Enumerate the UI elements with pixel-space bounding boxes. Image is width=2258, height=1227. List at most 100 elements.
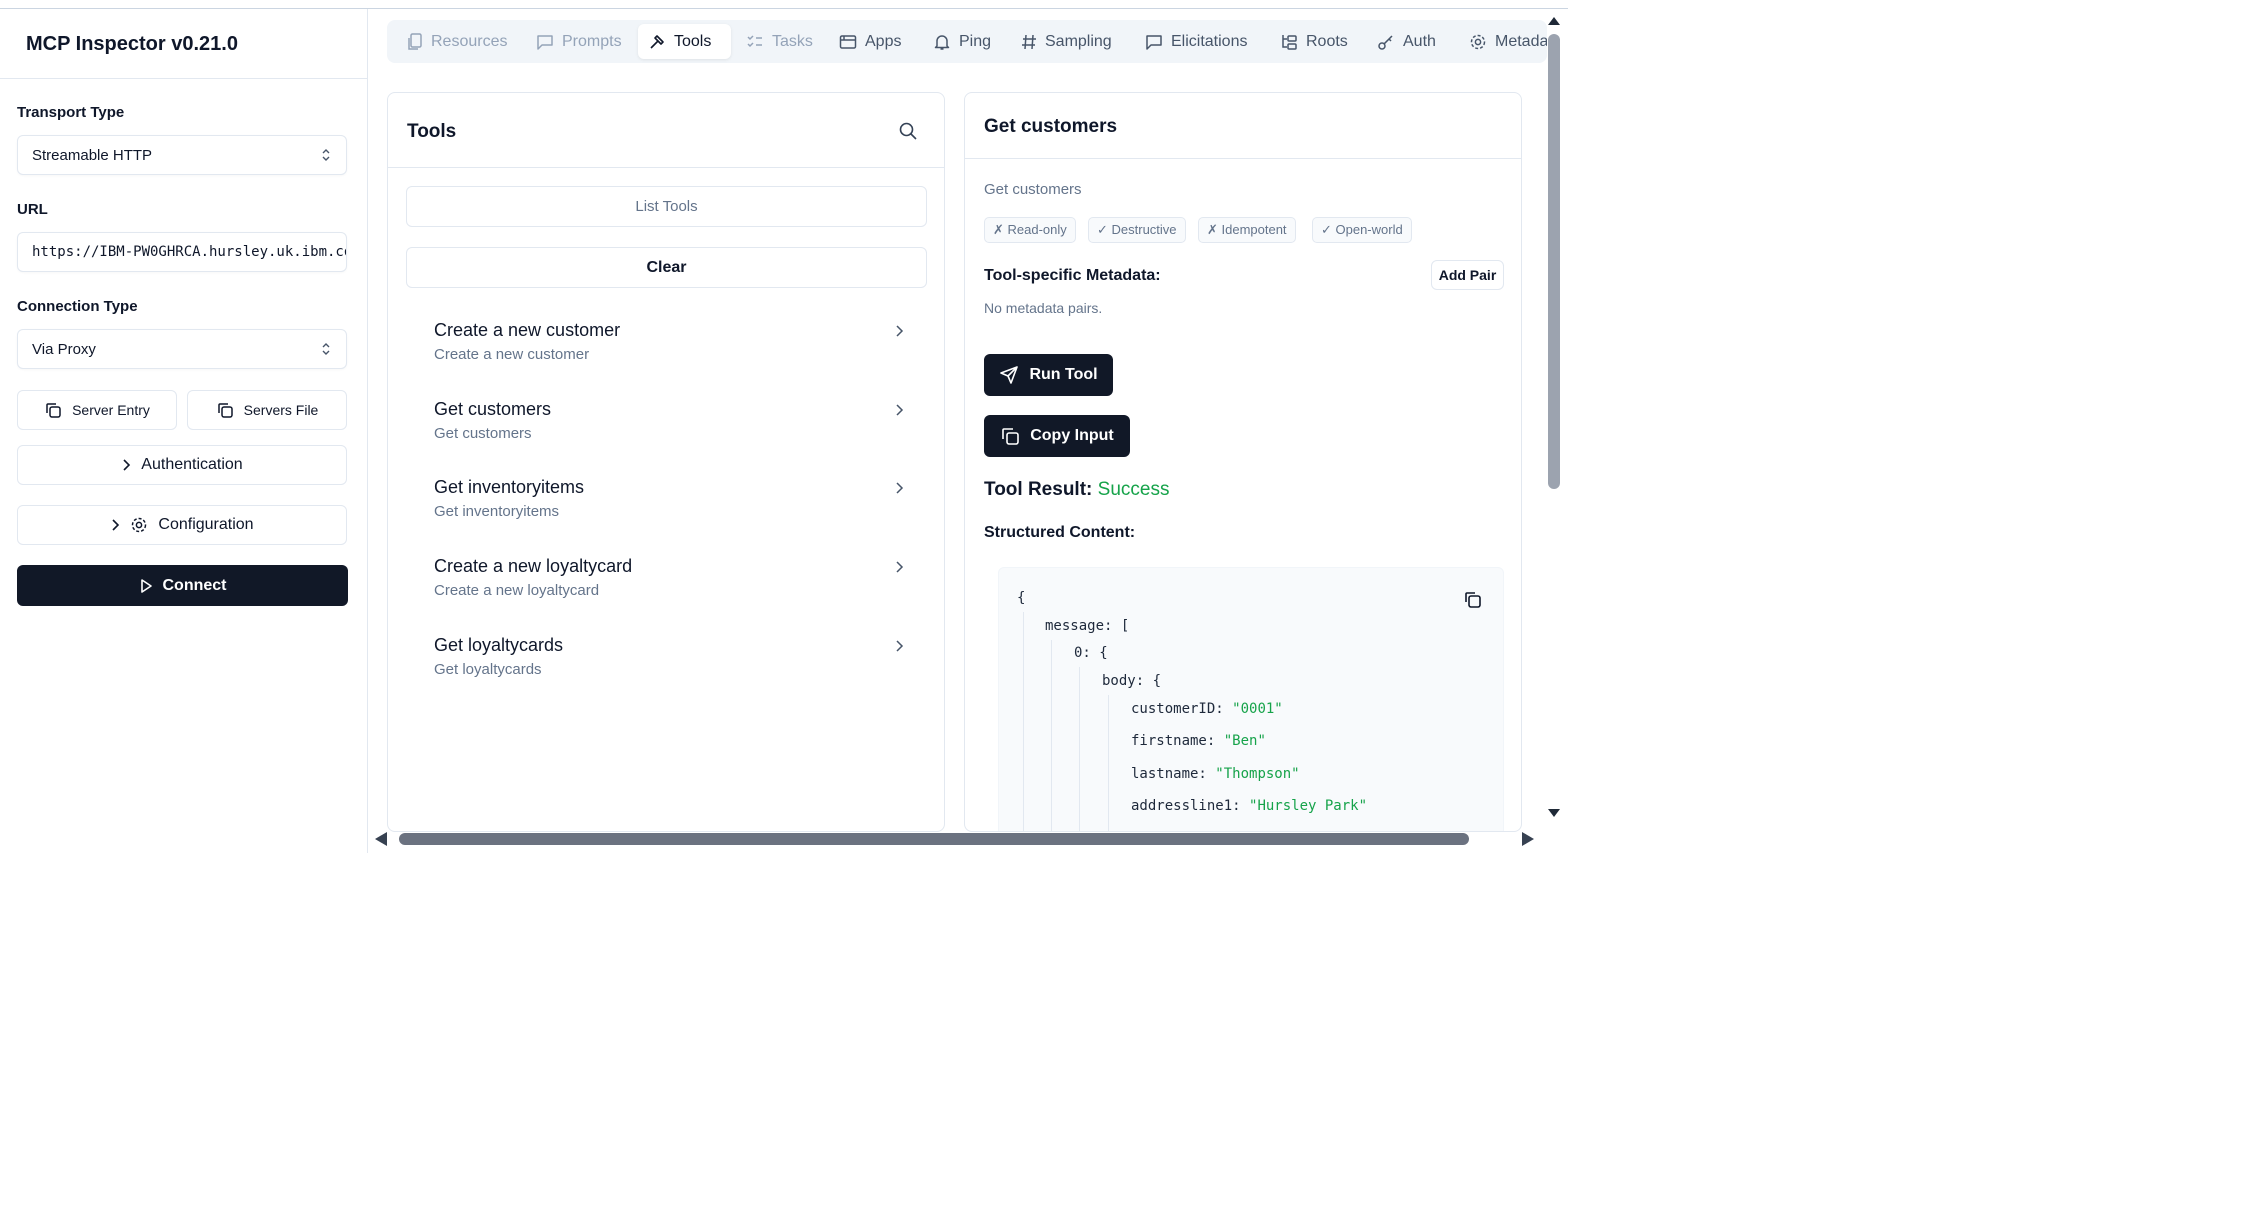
chevron-right-icon [894,639,904,653]
connection-type-select[interactable]: Via Proxy [17,329,347,369]
indent-guide [1023,612,1024,831]
tab-sampling[interactable]: Sampling [1011,24,1122,59]
json-line: addressline1: "Hursley Park" [1131,798,1367,814]
tab-roots[interactable]: Roots [1270,24,1358,59]
app-window-icon [839,33,857,51]
json-line: firstname: "Ben" [1131,733,1266,749]
copy-icon [216,401,234,419]
message-square-icon [1145,33,1163,51]
clear-button[interactable]: Clear [406,247,927,288]
tab-bar: Resources Prompts Tools Tasks Apps Ping … [387,20,1547,63]
indent-guide [1051,640,1052,831]
json-line: message: [ [1045,618,1129,634]
transport-type-label: Transport Type [17,104,125,121]
copy-icon[interactable] [1463,590,1483,610]
configuration-label: Configuration [158,516,254,533]
tool-result-heading: Tool Result: Success [984,479,1169,501]
search-icon[interactable] [898,121,918,141]
tab-resources-label: Resources [431,32,508,50]
run-tool-label: Run Tool [1029,366,1098,383]
structured-content-label: Structured Content: [984,524,1136,541]
chevrons-up-down-icon [320,341,332,357]
tool-detail-title: Get customers [984,116,1118,137]
tab-roots-label: Roots [1306,32,1348,50]
tool-item-create-loyaltycard[interactable]: Create a new loyaltycard Create a new lo… [434,556,904,599]
tab-tasks[interactable]: Tasks [736,24,823,59]
tool-detail-description: Get customers [984,181,1082,198]
chevron-right-icon [121,458,131,472]
tool-description: Get customers [434,425,532,442]
authentication-label: Authentication [141,456,243,473]
tab-metadata[interactable]: Metadata [1459,24,1547,59]
connect-button[interactable]: Connect [17,565,348,606]
json-value: "Hursley Park" [1249,798,1368,814]
tool-metadata-label: Tool-specific Metadata: [984,267,1161,284]
list-tools-label: List Tools [635,198,698,215]
server-entry-button[interactable]: Server Entry [17,390,177,430]
tab-apps[interactable]: Apps [829,24,911,59]
transport-type-value: Streamable HTTP [32,146,153,164]
tool-name: Get customers [434,399,552,419]
run-tool-button[interactable]: Run Tool [984,354,1113,396]
list-tools-button[interactable]: List Tools [406,186,927,227]
message-square-icon [536,33,554,51]
copy-input-button[interactable]: Copy Input [984,415,1130,457]
chevrons-up-down-icon [320,147,332,163]
tool-result-status: Success [1097,479,1170,500]
badge-open-world: ✓ Open-world [1312,217,1412,243]
json-key: customerID: [1131,701,1224,717]
authentication-toggle[interactable]: Authentication [17,445,347,485]
configuration-toggle[interactable]: Configuration [17,505,347,545]
json-line: customerID: "0001" [1131,701,1283,717]
chevron-right-icon [894,324,904,338]
json-bracket: [ [1120,618,1130,634]
tool-name: Get inventoryitems [434,477,585,497]
transport-type-select[interactable]: Streamable HTTP [17,135,347,175]
tab-elicitations[interactable]: Elicitations [1135,24,1257,59]
folder-tree-icon [1280,33,1298,51]
tool-detail-panel: Get customers Get customers ✗ Read-only … [964,92,1522,832]
tab-tools[interactable]: Tools [638,24,731,59]
json-value: "0001" [1232,701,1283,717]
add-pair-label: Add Pair [1438,267,1497,283]
chevron-right-icon [110,518,120,532]
json-line: body: { [1102,673,1161,689]
send-icon [999,365,1019,385]
copy-icon [44,401,62,419]
tab-prompts[interactable]: Prompts [526,24,632,59]
server-entry-label: Server Entry [72,402,150,418]
hammer-icon [648,33,666,51]
tool-result-label: Tool Result: [984,479,1093,500]
servers-file-button[interactable]: Servers File [187,390,347,430]
badge-idempotent: ✗ Idempotent [1198,217,1296,243]
tools-panel-header: Tools [388,93,944,168]
tab-ping[interactable]: Ping [923,24,1001,59]
servers-file-label: Servers File [243,402,319,418]
json-bracket: { [1099,645,1108,661]
chevron-right-icon [894,560,904,574]
indent-guide [1108,695,1109,831]
json-key: lastname: [1131,766,1207,782]
json-line: lastname: "Thompson" [1131,766,1300,782]
tool-name: Get loyaltycards [434,635,564,655]
tab-auth[interactable]: Auth [1367,24,1446,59]
tool-item-get-customers[interactable]: Get customers Get customers [434,399,904,442]
tool-item-get-inventoryitems[interactable]: Get inventoryitems Get inventoryitems [434,477,904,520]
chevron-right-icon [894,481,904,495]
gear-icon [1469,33,1487,51]
tool-description: Create a new customer [434,346,590,363]
vertical-scrollbar[interactable] [1545,9,1563,833]
sidebar-header: MCP Inspector v0.21.0 [0,9,367,79]
tool-name: Create a new customer [434,320,621,340]
url-input[interactable]: https://IBM-PW0GHRCA.hursley.uk.ibm.com [17,232,347,272]
tool-item-get-loyaltycards[interactable]: Get loyaltycards Get loyaltycards [434,635,904,678]
window-top-edge [0,0,1568,9]
files-icon [407,32,423,51]
horizontal-scrollbar[interactable] [370,828,1542,850]
indent-guide [1079,667,1080,831]
json-key: addressline1: [1131,798,1241,814]
tab-resources[interactable]: Resources [397,24,517,59]
tool-item-create-customer[interactable]: Create a new customer Create a new custo… [434,320,904,363]
add-pair-button[interactable]: Add Pair [1431,260,1504,290]
copy-input-label: Copy Input [1030,427,1114,444]
